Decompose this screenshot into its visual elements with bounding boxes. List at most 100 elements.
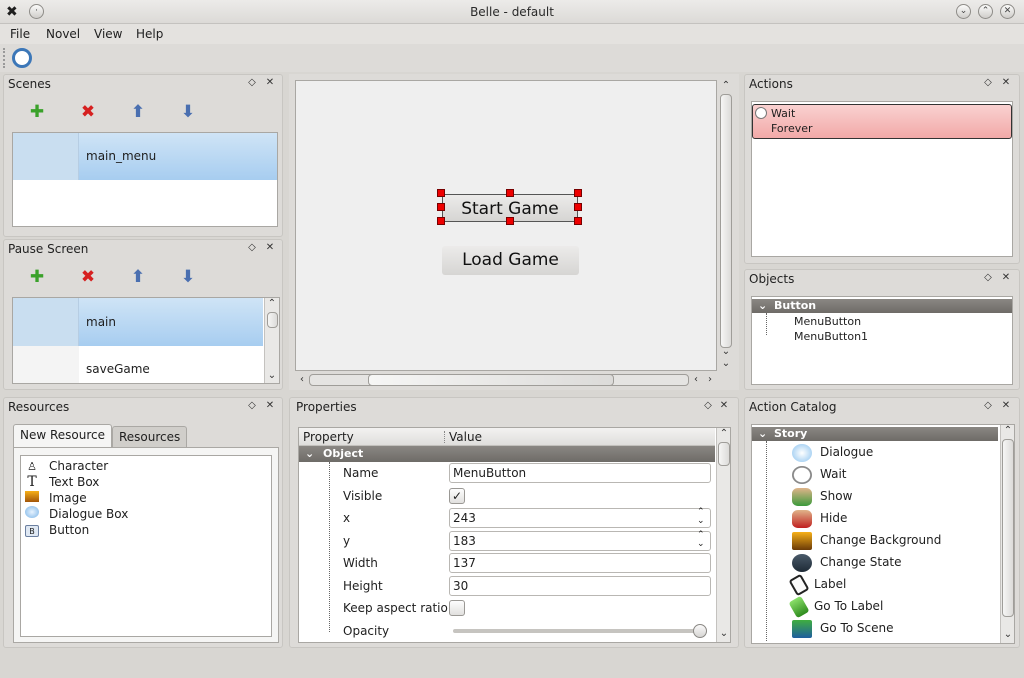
scroll-up-icon[interactable]: ⌃ — [717, 428, 730, 440]
action-catalog-tree[interactable]: ⌄ Story Dialogue Wait Show Hide Change Backg… — [751, 424, 1015, 644]
scroll-up-icon[interactable]: ⌃ — [719, 80, 733, 92]
close-button[interactable]: ✕ — [1000, 4, 1015, 19]
scroll-down-icon[interactable]: ⌄ — [265, 370, 279, 382]
close-icon[interactable]: ✕ — [264, 77, 276, 89]
scrollbar[interactable]: ⌃ ⌄ — [1000, 425, 1014, 643]
spin-arrows-icon[interactable]: ⌃ ⌄ — [697, 508, 705, 526]
scroll-thumb[interactable] — [718, 442, 730, 466]
spin-arrows-icon[interactable]: ⌃ ⌄ — [697, 530, 705, 549]
resize-handle[interactable] — [574, 217, 582, 225]
scroll-down-icon[interactable]: ⌄ — [1001, 629, 1014, 641]
list-item[interactable]: Change Background — [792, 529, 998, 551]
new-resource-list[interactable]: ♙ Character T Text Box Image Dialogue Box … — [20, 455, 272, 637]
menu-novel[interactable]: Novel — [40, 24, 86, 44]
actions-list[interactable]: Wait Forever — [751, 101, 1013, 257]
resize-handle[interactable] — [574, 203, 582, 211]
list-item[interactable]: Dialogue — [792, 441, 998, 463]
resize-handle[interactable] — [506, 189, 514, 197]
close-icon[interactable]: ✕ — [1000, 77, 1012, 89]
opacity-slider-track[interactable] — [453, 628, 707, 633]
expand-icon[interactable]: ⌄ — [758, 299, 767, 313]
property-checkbox[interactable] — [449, 600, 465, 616]
tree-group[interactable]: ⌄ Story — [752, 427, 998, 441]
pause-screen-list[interactable]: main saveGame ⌃ ⌄ — [12, 297, 280, 384]
list-item[interactable]: Go To Label — [788, 595, 998, 618]
minimize-button[interactable]: ⌄ — [956, 4, 971, 19]
property-value-field[interactable]: 183 — [449, 530, 711, 551]
scroll-left-icon[interactable]: ‹ — [295, 374, 309, 386]
property-value-field[interactable]: 30 — [449, 575, 711, 596]
expand-icon[interactable]: ⌄ — [758, 427, 767, 441]
list-item[interactable]: Show — [792, 485, 998, 507]
scroll-left-icon[interactable]: ‹ — [689, 374, 703, 386]
list-item[interactable]: ♙ Character — [25, 458, 271, 474]
add-scene-button[interactable]: ✚ — [26, 101, 48, 123]
scroll-right-icon[interactable]: › — [703, 374, 717, 386]
float-icon[interactable]: ◇ — [246, 242, 258, 254]
scroll-down-icon[interactable]: ⌄ — [719, 358, 733, 370]
property-browser[interactable]: Property Value ⌄ Object Name MenuButton Vi… — [298, 427, 731, 643]
move-up-button[interactable]: ⬆ — [127, 101, 149, 123]
scroll-up-icon[interactable]: ⌃ — [265, 298, 279, 310]
resize-handle[interactable] — [506, 217, 514, 225]
column-header[interactable]: Property — [303, 430, 354, 444]
menu-view[interactable]: View — [88, 24, 128, 44]
resize-handle[interactable] — [574, 189, 582, 197]
menu-help[interactable]: Help — [130, 24, 169, 44]
canvas-hscrollbar[interactable]: ‹ ‹ › — [295, 373, 719, 387]
list-item[interactable]: B Button — [25, 522, 271, 538]
list-item[interactable]: Wait — [792, 463, 998, 485]
remove-scene-button[interactable]: ✖ — [77, 101, 99, 123]
property-checkbox[interactable]: ✓ — [449, 487, 465, 504]
run-icon[interactable] — [12, 48, 32, 68]
list-item[interactable]: Label — [788, 573, 998, 596]
scroll-up-icon[interactable]: ⌃ — [1001, 425, 1014, 437]
canvas-vscrollbar[interactable]: ⌃ ⌄ ⌄ — [719, 80, 733, 371]
action-item[interactable]: Wait Forever — [752, 104, 1012, 139]
tab-resources[interactable]: Resources — [112, 426, 188, 448]
tree-item[interactable]: MenuButton — [794, 315, 861, 328]
resize-handle[interactable] — [437, 189, 445, 197]
add-scene-button[interactable]: ✚ — [26, 266, 48, 288]
scrollbar[interactable]: ⌃ ⌄ — [264, 298, 279, 383]
scroll-thumb[interactable] — [368, 374, 614, 386]
scroll-down-icon[interactable]: ⌄ — [719, 346, 733, 358]
move-up-button[interactable]: ⬆ — [127, 266, 149, 288]
tree-group[interactable]: ⌄ Button — [752, 299, 1012, 313]
float-icon[interactable]: ◇ — [982, 77, 994, 89]
move-down-button[interactable]: ⬇ — [177, 101, 199, 123]
scene-canvas[interactable]: Start Game Load Game — [295, 80, 717, 371]
property-value-field[interactable]: 243 — [449, 508, 711, 528]
scroll-thumb[interactable] — [1002, 439, 1014, 617]
list-item[interactable]: main_menu — [13, 133, 277, 180]
float-icon[interactable]: ◇ — [982, 272, 994, 284]
scroll-down-icon[interactable]: ⌄ — [717, 628, 730, 640]
float-icon[interactable]: ◇ — [702, 400, 714, 412]
column-header[interactable]: Value — [449, 430, 482, 444]
list-item[interactable]: saveGame — [13, 346, 263, 383]
opacity-slider-handle[interactable] — [693, 623, 707, 638]
close-icon[interactable]: ✕ — [1000, 272, 1012, 284]
list-item[interactable]: Change State — [792, 551, 998, 573]
resize-handle[interactable] — [437, 217, 445, 225]
close-icon[interactable]: ✕ — [718, 400, 730, 412]
load-game-button[interactable]: Load Game — [442, 246, 579, 275]
maximize-button[interactable]: ⌃ — [978, 4, 993, 19]
close-icon[interactable]: ✕ — [264, 400, 276, 412]
scrollbar[interactable]: ⌃ ⌄ — [716, 428, 730, 642]
property-value-field[interactable]: 137 — [449, 553, 711, 573]
tab-new-resource[interactable]: New Resource — [13, 424, 113, 448]
close-icon[interactable]: ✕ — [264, 242, 276, 254]
list-item[interactable]: Go To Scene — [792, 617, 998, 639]
tree-item[interactable]: MenuButton1 — [794, 330, 868, 343]
move-down-button[interactable]: ⬇ — [177, 266, 199, 288]
expand-icon[interactable]: ⌄ — [305, 446, 314, 462]
float-icon[interactable]: ◇ — [246, 400, 258, 412]
menu-file[interactable]: File — [4, 24, 36, 44]
list-item[interactable]: main — [13, 298, 263, 346]
float-icon[interactable]: ◇ — [246, 77, 258, 89]
list-item[interactable]: Hide — [792, 507, 998, 529]
scroll-thumb[interactable] — [267, 312, 278, 328]
objects-tree[interactable]: ⌄ Button MenuButton MenuButton1 — [751, 296, 1013, 385]
resize-handle[interactable] — [437, 203, 445, 211]
